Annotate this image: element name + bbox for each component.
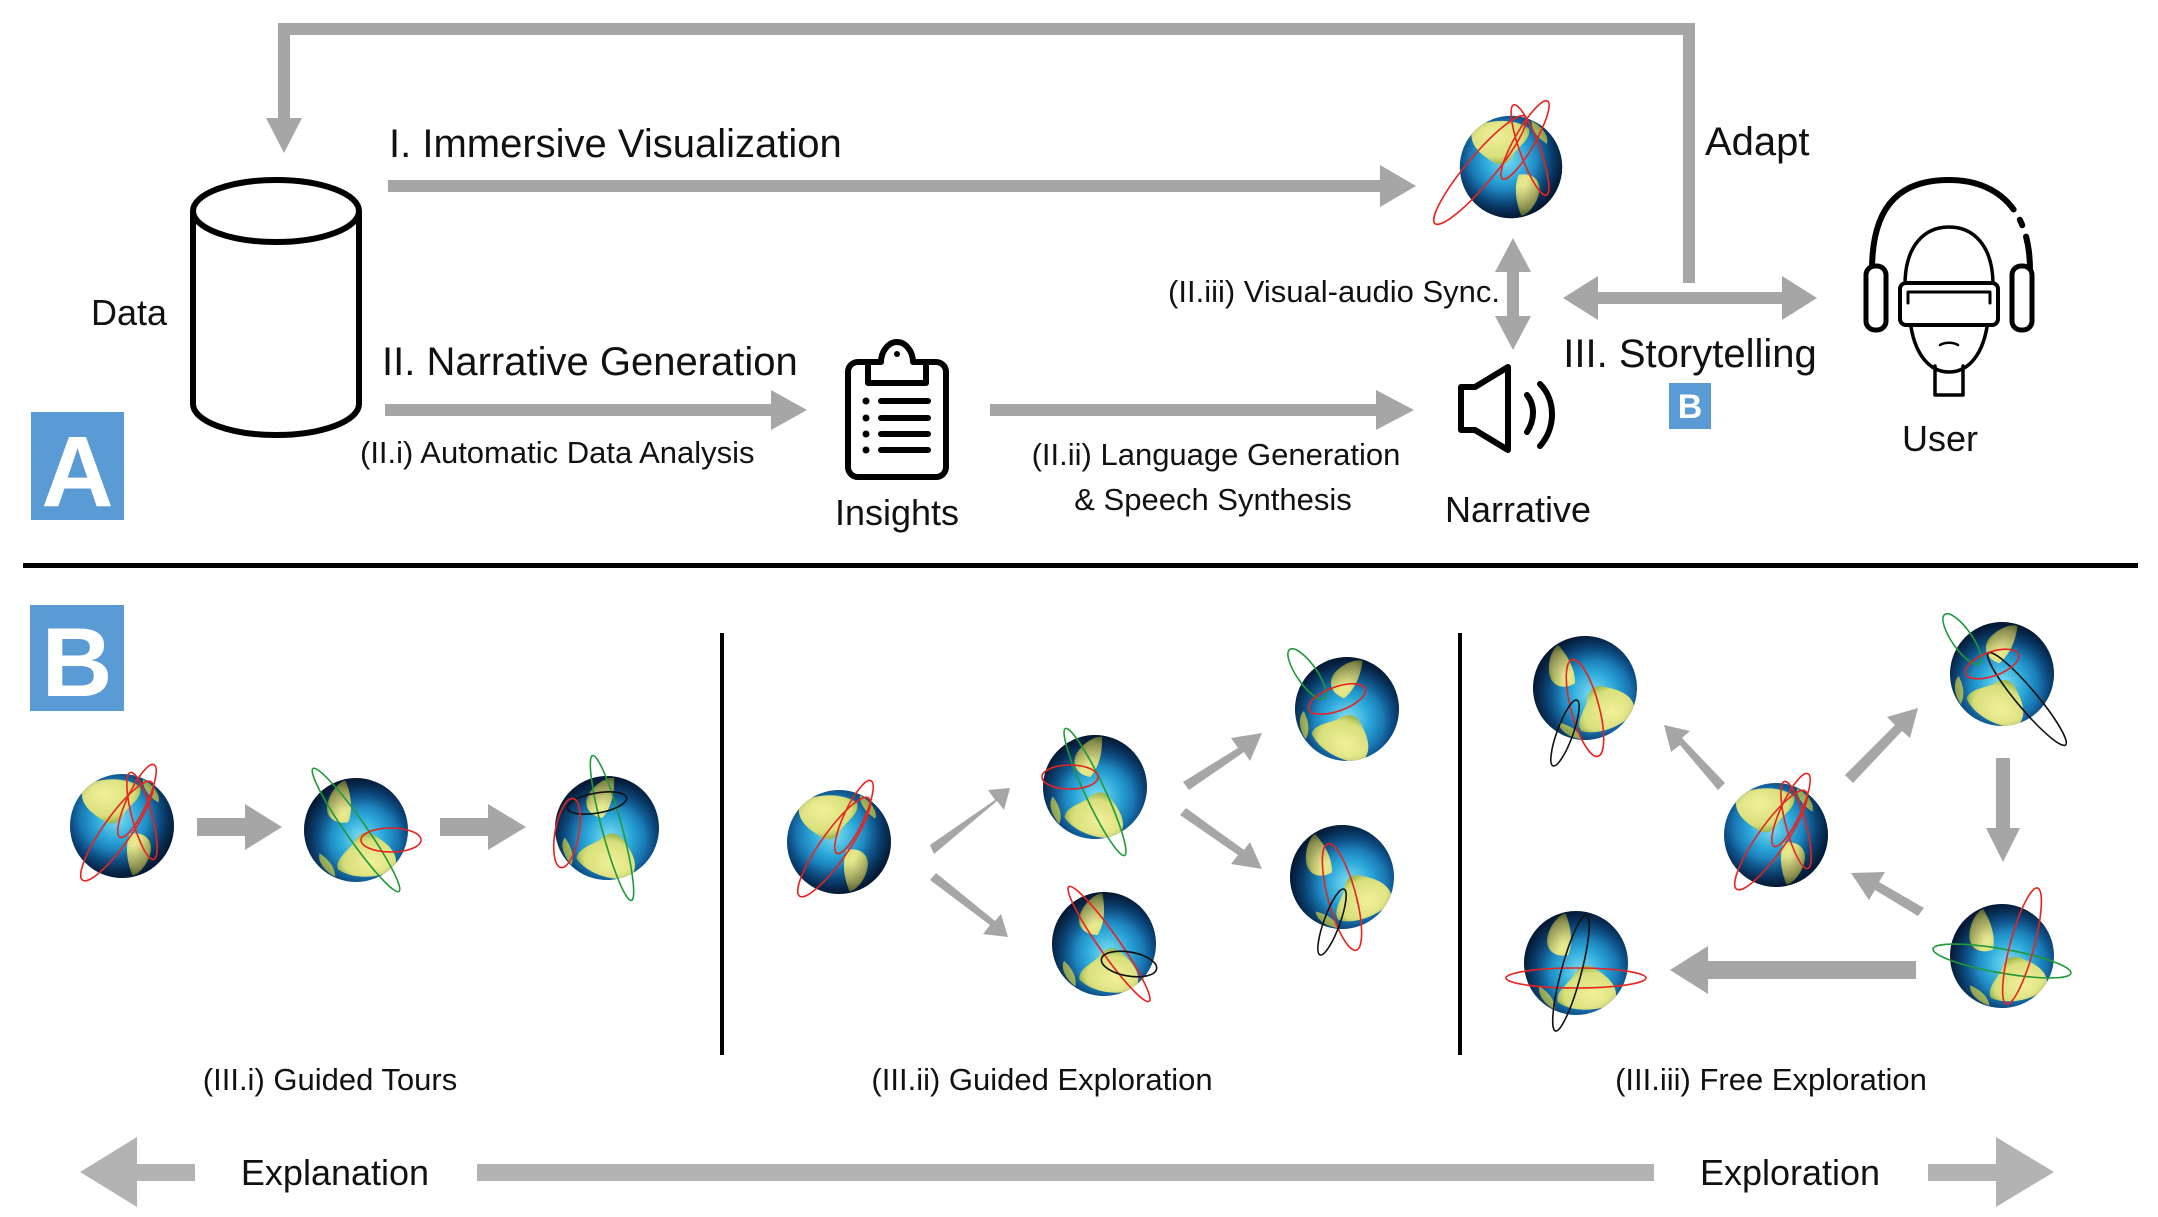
mode-caption: (III.iii) Free Exploration bbox=[1615, 1062, 1927, 1097]
data-label: Data bbox=[91, 292, 168, 333]
panel-a-badge-letter: A bbox=[41, 416, 113, 528]
stage-narrative-generation: II. Narrative Generation bbox=[382, 340, 798, 384]
adapt-label: Adapt bbox=[1705, 120, 1810, 164]
narrative-generation-arrow bbox=[385, 390, 807, 430]
database-cylinder-icon bbox=[190, 177, 362, 438]
mode-separator bbox=[720, 633, 724, 1055]
stage-speech-synthesis: & Speech Synthesis bbox=[1074, 482, 1351, 517]
flow-arrow bbox=[1183, 733, 1262, 790]
globe-icon bbox=[1276, 638, 1418, 780]
globe-icon bbox=[1724, 772, 1828, 891]
globe-icon bbox=[1460, 116, 1562, 218]
storytelling-ref-badge[interactable]: B bbox=[1669, 383, 1711, 429]
clipboard-list-icon bbox=[845, 339, 949, 480]
flow-arrow bbox=[197, 804, 282, 850]
flow-arrow bbox=[930, 788, 1010, 854]
spectrum-left-shaft bbox=[135, 1164, 195, 1181]
stage-storytelling: III. Storytelling bbox=[1563, 332, 1816, 376]
globe-icon bbox=[787, 779, 891, 898]
globe-sphere bbox=[304, 778, 408, 882]
section-divider bbox=[23, 563, 2138, 568]
panel-b-badge-letter: B bbox=[42, 607, 113, 717]
immersive-visualization-arrow bbox=[388, 165, 1416, 207]
spectrum-center-bar bbox=[477, 1164, 1654, 1181]
stage-language-generation: (II.ii) Language Generation bbox=[1032, 437, 1401, 472]
globe-sphere bbox=[1724, 783, 1828, 887]
globe-sphere bbox=[1275, 810, 1408, 943]
stage-visual-audio-sync: (II.iii) Visual-audio Sync. bbox=[1168, 274, 1500, 309]
spectrum-right-label: Exploration bbox=[1700, 1152, 1880, 1193]
mode-separator bbox=[1458, 633, 1462, 1055]
visual-audio-sync-arrow bbox=[1495, 238, 1531, 350]
panel-b-badge: B bbox=[30, 605, 124, 717]
mode-caption: (III.ii) Guided Exploration bbox=[871, 1062, 1212, 1097]
globe-icon bbox=[1932, 887, 2072, 1016]
stage-immersive-visualization: I. Immersive Visualization bbox=[389, 122, 842, 166]
flow-arrow bbox=[1845, 708, 1918, 783]
globe-icon bbox=[70, 763, 174, 882]
flow-arrow bbox=[1664, 725, 1725, 790]
panel-b: B (III.i) Guided Tours (III.ii) Guided E… bbox=[30, 603, 2073, 1207]
explanation-exploration-spectrum: Explanation Exploration bbox=[80, 1137, 2054, 1207]
spectrum-left-label: Explanation bbox=[241, 1152, 429, 1193]
globe-sphere bbox=[787, 790, 891, 894]
globe-sphere bbox=[1942, 896, 2062, 1016]
globe-icon bbox=[540, 754, 673, 902]
spectrum-left-arrowhead bbox=[80, 1137, 137, 1207]
storytelling-ref-badge-letter: B bbox=[1678, 388, 1703, 426]
flow-arrow bbox=[1851, 872, 1924, 916]
flow-arrow bbox=[1670, 946, 1916, 994]
globe-icon bbox=[1044, 881, 1164, 1007]
flow-arrow bbox=[440, 804, 526, 850]
vr-headset-user-icon bbox=[1863, 177, 2035, 397]
globe-sphere bbox=[1518, 621, 1651, 754]
narrative-label: Narrative bbox=[1445, 489, 1591, 530]
globe-icon bbox=[1275, 810, 1408, 956]
globe-icon bbox=[1931, 603, 2073, 747]
globe-sphere bbox=[1276, 638, 1418, 780]
globe-sphere bbox=[70, 774, 174, 878]
globe-icon bbox=[1518, 621, 1651, 767]
globe-sphere bbox=[1028, 720, 1161, 853]
speaker-volume-icon bbox=[1458, 364, 1555, 453]
mode-free-exploration: (III.iii) Free Exploration bbox=[1615, 708, 2020, 1097]
flow-arrow bbox=[1986, 758, 2020, 862]
framework-diagram: Adapt Data I. Immersive Visualization II… bbox=[23, 23, 2138, 1207]
mode-caption: (III.i) Guided Tours bbox=[203, 1062, 457, 1097]
panel-a: Adapt Data I. Immersive Visualization II… bbox=[31, 23, 2035, 533]
spectrum-right-arrowhead bbox=[1996, 1137, 2054, 1207]
spectrum-right-shaft bbox=[1928, 1164, 1998, 1181]
flow-arrow bbox=[930, 873, 1008, 937]
insights-label: Insights bbox=[835, 492, 959, 533]
globe-icon bbox=[1505, 911, 1647, 1032]
stage-automatic-data-analysis: (II.i) Automatic Data Analysis bbox=[360, 435, 755, 470]
globe-sphere bbox=[1931, 603, 2073, 745]
panel-a-badge: A bbox=[31, 412, 124, 528]
flow-arrow bbox=[1180, 808, 1262, 869]
globe-icon bbox=[1028, 720, 1161, 857]
language-generation-arrow bbox=[990, 390, 1414, 430]
user-label: User bbox=[1902, 418, 1978, 459]
globe-icon bbox=[304, 767, 422, 893]
